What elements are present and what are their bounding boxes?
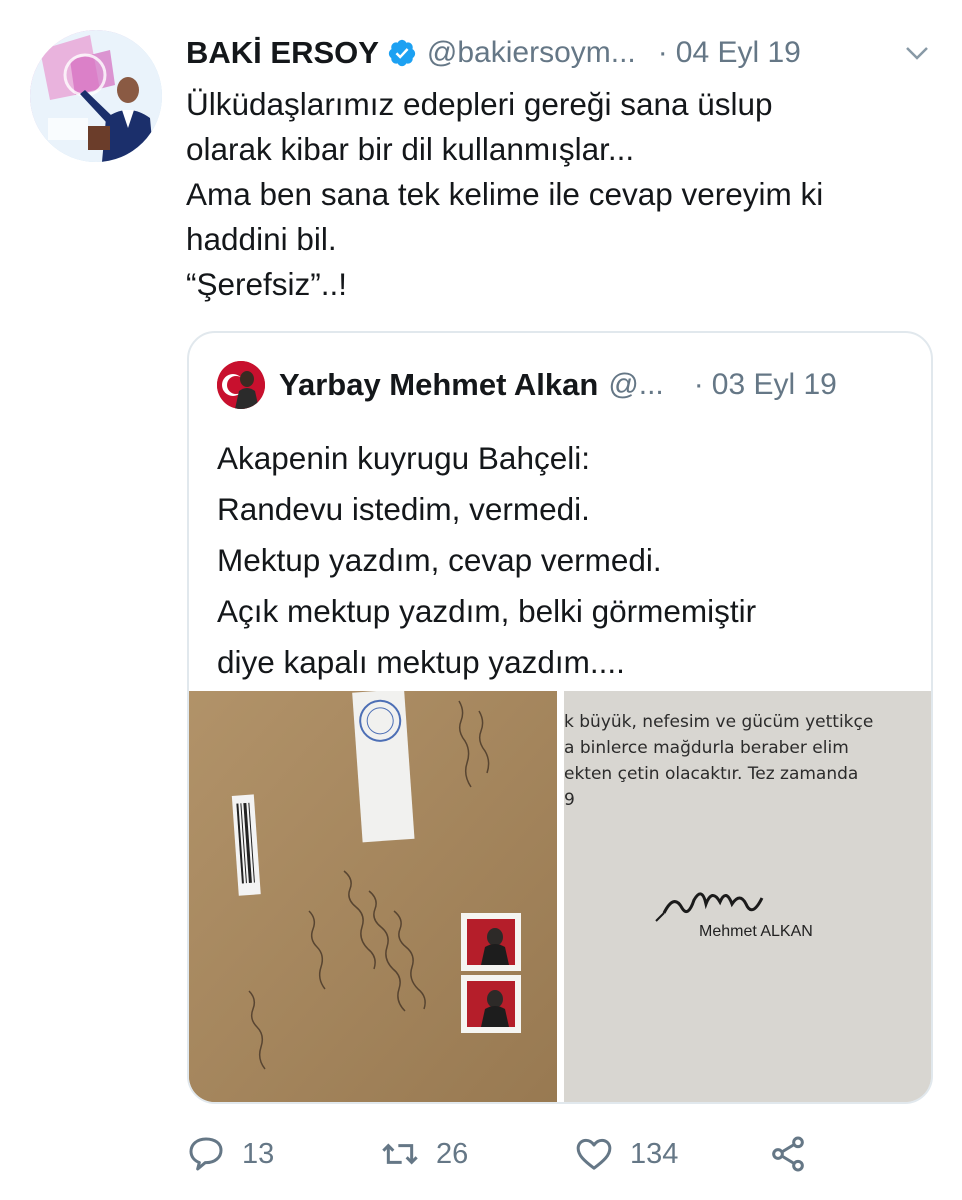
reply-count: 13	[242, 1137, 275, 1170]
quoted-tweet-header: Yarbay Mehmet Alkan @... · 03 Eyl 19	[217, 361, 917, 409]
like-count: 134	[630, 1137, 679, 1170]
quoted-text-line: Mektup yazdım, cevap vermedi.	[217, 542, 662, 578]
verified-badge-icon	[388, 39, 416, 67]
media-gap	[557, 691, 564, 1102]
like-button[interactable]: 134	[574, 1128, 678, 1180]
tweet-text-line: haddini bil.	[186, 221, 337, 257]
author-avatar[interactable]	[30, 30, 162, 162]
quoted-media[interactable]: k büyük, nefesim ve gücüm yettikçe a bin…	[189, 691, 931, 1102]
tweet-date[interactable]: 04 Eyl 19	[676, 36, 801, 70]
quoted-tweet-date[interactable]: 03 Eyl 19	[712, 368, 837, 402]
author-name[interactable]: BAKİ ERSOY	[186, 35, 379, 71]
quoted-text-line: Açık mektup yazdım, belki görmemiştir	[217, 593, 757, 629]
letter-line: k büyük, nefesim ve gücüm yettikçe	[564, 712, 874, 732]
letter-line: ekten çetin olacaktır. Tez zamanda	[564, 764, 859, 784]
share-button[interactable]	[768, 1128, 808, 1180]
share-icon	[772, 1136, 804, 1172]
tweet-header: BAKİ ERSOY @bakiersoym... · 04 Eyl 19	[186, 30, 932, 76]
tweet-actions: 13 26 134	[186, 1128, 932, 1180]
quoted-text-line: Akapenin kuyrugu Bahçeli:	[217, 440, 590, 476]
tweet-text-line: Ama ben sana tek kelime ile cevap vereyi…	[186, 176, 824, 212]
header-separator: ·	[657, 36, 668, 69]
tweet-text-line: olarak kibar bir dil kullanmışlar...	[186, 131, 635, 167]
envelope-photo[interactable]	[189, 691, 557, 1102]
quoted-tweet[interactable]: Yarbay Mehmet Alkan @... · 03 Eyl 19 Aka…	[187, 331, 933, 1104]
reply-icon	[189, 1137, 223, 1171]
quoted-text-line: Randevu istedim, vermedi.	[217, 491, 590, 527]
letter-photo[interactable]: k büyük, nefesim ve gücüm yettikçe a bin…	[564, 691, 931, 1102]
quoted-author-avatar[interactable]	[217, 361, 265, 409]
chevron-down-icon[interactable]	[902, 38, 932, 68]
retweet-button[interactable]: 26	[380, 1128, 468, 1180]
author-handle[interactable]: @bakiersoym...	[427, 36, 636, 70]
letter-signer: Mehmet ALKAN	[699, 923, 813, 940]
letter-line: a binlerce mağdurla beraber elim	[564, 738, 849, 758]
quoted-author-handle[interactable]: @...	[608, 368, 663, 402]
reply-button[interactable]: 13	[186, 1128, 274, 1180]
quoted-header-separator: ·	[693, 368, 704, 401]
tweet-text-line: “Şerefsiz”..!	[186, 266, 348, 302]
letter-line: 9	[564, 790, 575, 810]
envelope-illustration	[189, 691, 557, 1102]
retweet-count: 26	[436, 1137, 469, 1170]
retweet-icon	[382, 1143, 418, 1165]
quoted-author-name[interactable]: Yarbay Mehmet Alkan	[279, 367, 598, 403]
tweet-text-line: Ülküdaşlarımız edepleri gereği sana üslu…	[186, 86, 773, 122]
quoted-text-line: diye kapalı mektup yazdım....	[217, 644, 625, 680]
heart-icon	[576, 1138, 612, 1170]
tweet[interactable]: BAKİ ERSOY @bakiersoym... · 04 Eyl 19 Ül…	[0, 0, 962, 1200]
tweet-text: Ülküdaşlarımız edepleri gereği sana üslu…	[186, 82, 946, 307]
letter-text: k büyük, nefesim ve gücüm yettikçe a bin…	[564, 709, 873, 813]
quoted-tweet-text: Akapenin kuyrugu Bahçeli: Randevu istedi…	[217, 433, 917, 688]
